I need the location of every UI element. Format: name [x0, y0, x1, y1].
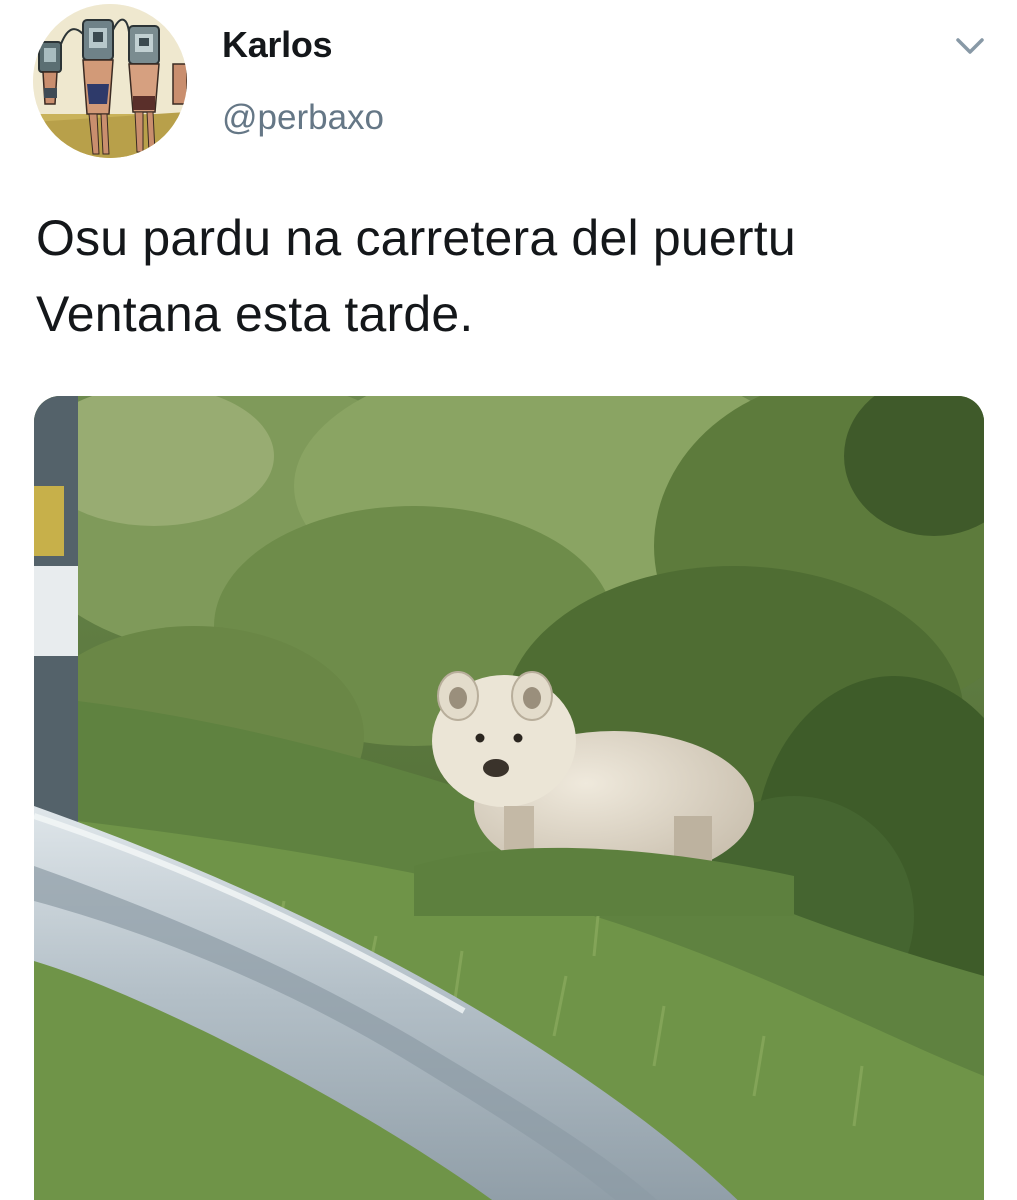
display-name[interactable]: Karlos — [222, 24, 333, 66]
user-handle[interactable]: @perbaxo — [222, 98, 384, 138]
avatar[interactable] — [33, 4, 187, 158]
tweet-text: Osu pardu na carretera del puertu Ventan… — [36, 200, 986, 352]
tweet-media-image[interactable] — [34, 396, 984, 1200]
chevron-down-icon[interactable] — [950, 30, 990, 62]
avatar-image — [33, 4, 187, 158]
tweet: Karlos @perbaxo Osu pardu na carretera d… — [0, 0, 1017, 1200]
tweet-text-line: Osu pardu na carretera del puertu — [36, 210, 796, 266]
tweet-text-line: Ventana esta tarde. — [36, 286, 474, 342]
bear-photo — [34, 396, 984, 1200]
